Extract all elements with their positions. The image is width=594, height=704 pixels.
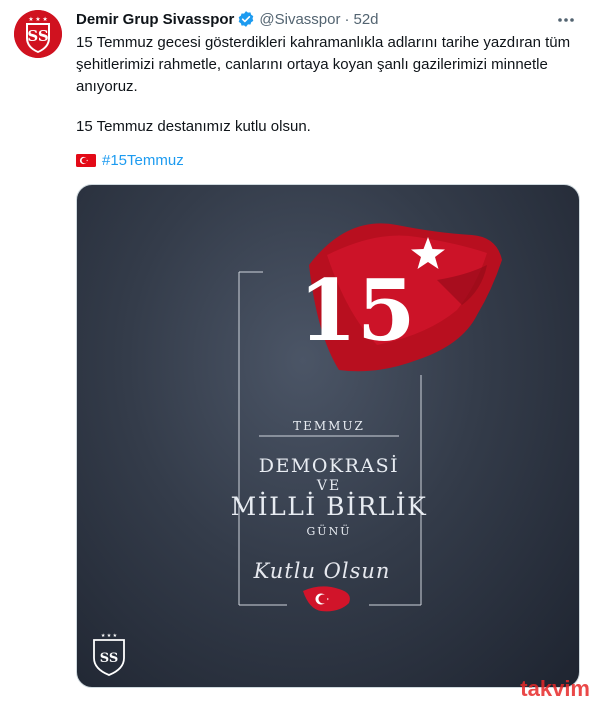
club-logo: SS ★ ★ ★ xyxy=(93,633,125,676)
hashtag-line: #15Temmuz xyxy=(76,150,184,170)
author-handle[interactable]: @Sivasspor xyxy=(259,11,340,28)
svg-text:SS: SS xyxy=(100,651,119,666)
tweet-header: Demir Grup Sivasspor @Sivasspor · 52d xyxy=(76,9,379,29)
tweet-paragraph-1: 15 Temmuz gecesi gösterdikleri kahramanl… xyxy=(76,34,571,95)
milli-birlik-label: MİLLİ BİRLİK xyxy=(230,492,428,521)
big-number-15: 15 xyxy=(299,261,416,360)
author-name[interactable]: Demir Grup Sivasspor xyxy=(76,11,234,28)
svg-text:★ ★ ★: ★ ★ ★ xyxy=(28,16,47,23)
turkey-flag-emoji xyxy=(76,153,102,167)
separator-dot: · xyxy=(344,10,350,28)
kutlu-olsun-signature: Kutlu Olsun xyxy=(253,559,391,583)
demokrasi-label: DEMOKRASİ xyxy=(258,455,400,477)
verified-badge-icon xyxy=(234,10,255,28)
gunu-label: GÜNÜ xyxy=(306,525,352,538)
tweet-text: 15 Temmuz gecesi gösterdikleri kahramanl… xyxy=(76,32,576,138)
timestamp[interactable]: 52d xyxy=(353,11,378,28)
more-options-icon[interactable] xyxy=(554,8,578,32)
hashtag-link[interactable]: #15Temmuz xyxy=(102,152,184,169)
avatar[interactable]: SS ★ ★ ★ xyxy=(14,10,62,58)
commemoration-artwork: 15 SS ★ ★ ★ xyxy=(93,223,502,676)
tweet-paragraph-2: 15 Temmuz destanımız kutlu olsun. xyxy=(76,118,311,135)
small-flag-graphic xyxy=(303,586,350,612)
svg-text:★ ★ ★: ★ ★ ★ xyxy=(101,633,118,639)
svg-text:SS: SS xyxy=(27,27,48,45)
tweet-image[interactable]: 15 SS ★ ★ ★ TEMMUZ DEMOKRASİ VE MİLLİ Bİ… xyxy=(76,184,580,688)
temmuz-label: TEMMUZ xyxy=(293,419,365,433)
tweet[interactable]: SS ★ ★ ★ Demir Grup Sivasspor @Sivasspor… xyxy=(0,0,594,704)
takvim-watermark: takvim xyxy=(520,676,590,701)
